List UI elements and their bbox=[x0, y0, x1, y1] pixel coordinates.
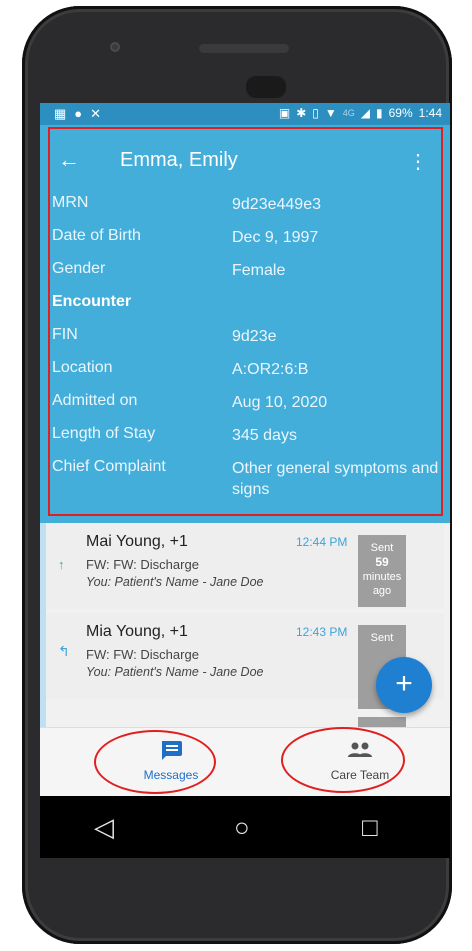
status-left-icons: ▦ ● ✕ bbox=[54, 106, 101, 122]
notification-icon: ▦ bbox=[54, 106, 67, 121]
header-highlight-annotation bbox=[48, 127, 443, 516]
sent-status-badge: Sent 59 minutes ago bbox=[358, 535, 406, 607]
compose-fab-button[interactable]: + bbox=[376, 657, 432, 713]
system-navigation-bar: ◁ ○ □ bbox=[40, 796, 450, 858]
front-camera bbox=[110, 42, 120, 52]
system-back-button[interactable]: ◁ bbox=[94, 812, 114, 843]
sent-label: Sent bbox=[370, 632, 394, 644]
cast-icon: ▣ bbox=[278, 106, 291, 120]
message-recipients: Mai Young, +1 bbox=[86, 533, 188, 550]
arrow-up-icon: ↑ bbox=[58, 557, 65, 572]
messages-highlight-annotation bbox=[94, 730, 216, 794]
sent-ago: ago bbox=[372, 585, 392, 597]
android-icon: ● bbox=[74, 106, 83, 121]
care-team-highlight-annotation bbox=[281, 727, 405, 793]
app-screen: ▦ ● ✕ ▣ ✱ ▯ ▼ 4G ◢ ▮ 69% 1:44 ← Emma, Em… bbox=[40, 103, 450, 796]
system-home-button[interactable]: ○ bbox=[234, 812, 250, 843]
clock: 1:44 bbox=[418, 106, 442, 120]
missed-call-icon: ✕ bbox=[90, 106, 102, 121]
message-snippet: You: Patient's Name - Jane Doe bbox=[86, 665, 264, 679]
battery-icon: ▮ bbox=[376, 106, 383, 120]
wifi-icon: ▼ bbox=[324, 106, 337, 120]
network-indicator: 4G bbox=[342, 108, 355, 118]
status-right-icons: ▣ ✱ ▯ ▼ 4G ◢ ▮ 69% 1:44 bbox=[279, 106, 442, 120]
sensor-notch bbox=[246, 76, 286, 98]
vibrate-icon: ▯ bbox=[312, 106, 319, 120]
bluetooth-icon: ✱ bbox=[296, 106, 307, 120]
status-bar: ▦ ● ✕ ▣ ✱ ▯ ▼ 4G ◢ ▮ 69% 1:44 bbox=[40, 103, 450, 125]
sent-minutes-count: 59 bbox=[375, 555, 389, 569]
earpiece-speaker bbox=[199, 44, 289, 53]
message-recipients: Mia Young, +1 bbox=[86, 623, 188, 640]
plus-icon: + bbox=[395, 667, 413, 700]
sent-minutes-unit: minutes bbox=[362, 571, 402, 583]
system-recents-button[interactable]: □ bbox=[362, 812, 378, 843]
battery-percent: 69% bbox=[388, 106, 413, 120]
message-time: 12:44 PM bbox=[296, 535, 348, 549]
message-snippet: You: Patient's Name - Jane Doe bbox=[86, 575, 264, 589]
message-subject: FW: FW: Discharge bbox=[86, 647, 199, 662]
message-time: 12:43 PM bbox=[296, 625, 348, 639]
reply-icon: ↰ bbox=[58, 643, 70, 659]
message-subject: FW: FW: Discharge bbox=[86, 557, 199, 572]
signal-icon: ◢ bbox=[360, 106, 370, 120]
sent-label: Sent bbox=[370, 542, 394, 554]
